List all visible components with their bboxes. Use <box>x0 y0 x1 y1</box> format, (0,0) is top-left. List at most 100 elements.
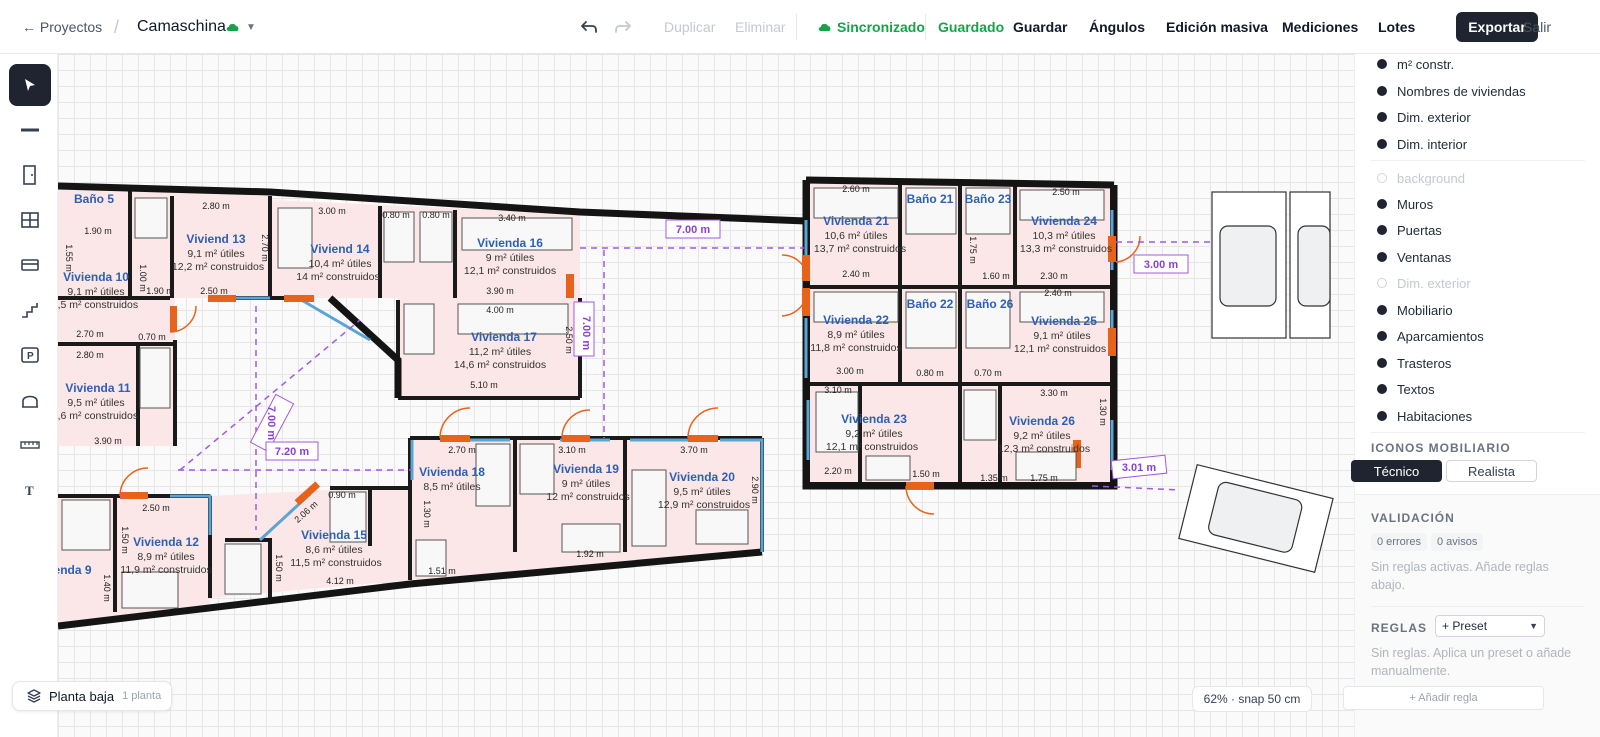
unit-util-area: 9,5 m² útiles <box>67 397 124 409</box>
top-bar: ← Proyectos / Camaschina ▼ Duplicar Elim… <box>0 0 1600 54</box>
layer-toggle[interactable]: Nombres de viviendas <box>1377 81 1526 101</box>
undo-icon[interactable] <box>580 0 598 54</box>
dimension-label: 1.30 m <box>422 500 432 528</box>
unit-util-area: 8,5 m² útiles <box>423 481 480 493</box>
dimension-label: 4.00 m <box>486 305 514 315</box>
layer-toggle[interactable]: Aparcamientos <box>1377 326 1484 346</box>
layer-toggle[interactable]: Trasteros <box>1377 353 1451 373</box>
unit-util-area: 10,4 m² útiles <box>308 258 371 270</box>
unit-name: Vivienda 22 <box>823 313 889 327</box>
divider <box>1371 432 1585 433</box>
unit-util-area: 9 m² útiles <box>486 252 534 264</box>
dimension-label: 5.10 m <box>470 380 498 390</box>
unit-name: Vivienda 23 <box>841 412 907 426</box>
unit-util-area: 8,9 m² útiles <box>827 329 884 341</box>
properties-panel: m² constr. Nombres de viviendas Dim. ext… <box>1343 54 1600 737</box>
dimension-label: 1.90 m <box>146 286 174 296</box>
layer-toggle[interactable]: Dim. interior <box>1377 134 1467 154</box>
guide-label: 3.01 m <box>1122 462 1156 474</box>
divider <box>1371 606 1585 607</box>
layer-toggle[interactable]: Dim. exterior <box>1377 273 1471 293</box>
dimension-label: 2.70 m <box>76 329 104 339</box>
bulk-edit-button[interactable]: Edición masiva <box>1166 0 1268 54</box>
floor-selector[interactable]: Planta baja 1 planta <box>12 681 172 711</box>
layer-toggle[interactable]: Dim. exterior <box>1377 107 1471 127</box>
layer-dot-icon <box>1377 59 1387 69</box>
dimension-label: 3.00 m <box>836 366 864 376</box>
layer-toggle[interactable]: m² constr. <box>1377 54 1454 74</box>
select-tool-icon[interactable] <box>9 64 51 106</box>
delete-button[interactable]: Eliminar <box>735 0 786 54</box>
layer-dot-icon <box>1377 358 1387 368</box>
dimension-label: 2.40 m <box>1044 288 1072 298</box>
dimension-label: 3.90 m <box>94 436 122 446</box>
divider <box>925 14 926 40</box>
technical-icons-toggle[interactable]: Técnico <box>1351 460 1442 482</box>
unit-built-area: 13,3 m² construidos <box>1020 243 1112 255</box>
dimension-label: 3.10 m <box>558 445 586 455</box>
door-tool-icon[interactable] <box>9 154 51 196</box>
wall-tool-icon[interactable] <box>9 109 51 151</box>
back-to-projects-link[interactable]: ← Proyectos <box>22 0 102 54</box>
breadcrumb-separator: / <box>114 16 120 37</box>
measurements-button[interactable]: Mediciones <box>1282 0 1358 54</box>
unit-built-area: 12,1 m² construidos <box>464 265 556 277</box>
room-tool-icon[interactable] <box>9 379 51 421</box>
layer-dot-icon <box>1377 112 1387 122</box>
unit-built-area: 12,3 m² construidos <box>998 443 1090 455</box>
add-rule-button[interactable]: + Añadir regla <box>1343 686 1544 710</box>
layer-dot-icon <box>1377 278 1387 288</box>
layer-dot-icon <box>1377 384 1387 394</box>
furniture-tool-icon[interactable] <box>9 244 51 286</box>
layer-toggle[interactable]: Puertas <box>1377 220 1442 240</box>
unit-util-area: 9 m² útiles <box>562 478 610 490</box>
layer-toggle[interactable]: Muros <box>1377 194 1433 214</box>
layer-toggle[interactable]: Mobiliario <box>1377 300 1453 320</box>
exit-button[interactable]: Salir <box>1523 0 1551 54</box>
unit-built-area: 12,2 m² construidos <box>172 261 264 273</box>
stairs-tool-icon[interactable] <box>9 289 51 331</box>
dimension-label: 2.90 m <box>750 476 760 504</box>
layer-dot-icon <box>1377 86 1387 96</box>
text-tool-icon[interactable]: T <box>9 469 51 511</box>
dimension-label: 2.80 m <box>202 201 230 211</box>
bath-name: Baño 23 <box>965 192 1012 206</box>
dimension-label: 3.00 m <box>318 206 346 216</box>
floor-plan-canvas[interactable]: 7.00 m 7.00 m 7.00 m 7.20 m 3.00 m 3.01 … <box>58 54 1354 737</box>
layer-toggle[interactable]: Habitaciones <box>1377 406 1472 426</box>
window-tool-icon[interactable] <box>9 199 51 241</box>
floor-plan-drawing[interactable]: 7.00 m 7.00 m 7.00 m 7.20 m 3.00 m 3.01 … <box>58 54 1354 737</box>
measure-tool-icon[interactable] <box>9 424 51 466</box>
chevron-down-icon[interactable]: ▼ <box>246 0 256 54</box>
unit-built-area: 12,1 m² construidos <box>826 441 918 453</box>
preset-select[interactable]: + Preset ▼ <box>1435 615 1545 637</box>
bath-name: Baño 21 <box>907 192 954 206</box>
duplicate-button[interactable]: Duplicar <box>664 0 715 54</box>
angles-button[interactable]: Ángulos <box>1089 0 1145 54</box>
unit-built-area: 11,9 m² construidos <box>120 564 211 576</box>
unit-util-area: 8,9 m² útiles <box>137 551 194 563</box>
dimension-label: 1.50 m <box>120 526 130 554</box>
layer-dot-icon <box>1377 199 1387 209</box>
unit-name: Viviend 13 <box>186 232 245 246</box>
unit-name: Vivienda 12 <box>133 535 199 549</box>
dimension-label: 3.40 m <box>498 213 526 223</box>
save-button[interactable]: Guardar <box>1013 0 1067 54</box>
dimension-label: 2.80 m <box>76 350 104 360</box>
layer-toggle[interactable]: Textos <box>1377 379 1435 399</box>
dimension-label: 0.70 m <box>974 368 1002 378</box>
sync-status: Sincronizado <box>837 19 925 35</box>
parking-tool-icon[interactable]: P <box>9 334 51 376</box>
layer-dot-icon <box>1377 331 1387 341</box>
chevron-down-icon: ▼ <box>1529 621 1538 631</box>
dimension-label: 2.60 m <box>842 184 870 194</box>
layer-toggle[interactable]: background <box>1377 168 1465 188</box>
dimension-label: 1.51 m <box>428 566 456 576</box>
realistic-icons-toggle[interactable]: Realista <box>1446 460 1537 482</box>
layer-toggle[interactable]: Ventanas <box>1377 247 1451 267</box>
unit-name: Vivienda 19 <box>553 462 619 476</box>
lots-button[interactable]: Lotes <box>1378 0 1415 54</box>
unit-built-area: 12,6 m² construidos <box>58 410 138 422</box>
redo-icon[interactable] <box>614 0 632 54</box>
project-name[interactable]: Camaschina <box>137 0 226 54</box>
